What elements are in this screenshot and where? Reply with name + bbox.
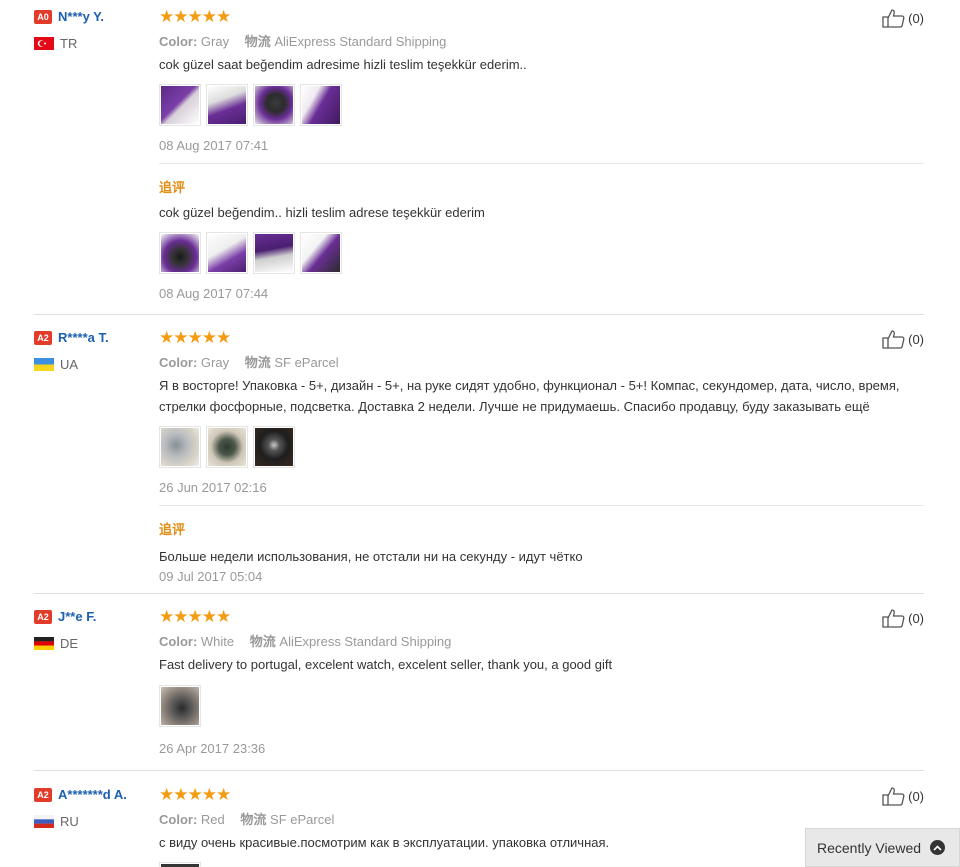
rating-stars: ★★★★★ xyxy=(159,785,231,804)
review-photo-thumbnail[interactable] xyxy=(159,84,201,126)
shipping-value: AliExpress Standard Shipping xyxy=(279,634,452,649)
review-text: Fast delivery to portugal, excelent watc… xyxy=(159,657,613,672)
germany-flag-icon xyxy=(34,636,54,650)
color-label: Color: xyxy=(159,812,198,827)
review-photo-thumbnail[interactable] xyxy=(206,84,248,126)
shipping-value: AliExpress Standard Shipping xyxy=(274,34,447,49)
helpful-button[interactable]: (0) xyxy=(882,329,924,349)
thumbs-up-icon xyxy=(882,330,905,349)
review-photo-thumbnail[interactable] xyxy=(300,232,342,274)
reviewer-info: A2 J**e F. DE xyxy=(34,608,154,651)
color-value: Gray xyxy=(200,34,230,49)
russia-flag-icon xyxy=(34,814,54,828)
ukraine-flag-icon xyxy=(34,357,54,371)
rating-stars: ★★★★★ xyxy=(159,328,231,347)
review-separator xyxy=(34,314,924,315)
additional-feedback-text: Больше недели использования, не отстали … xyxy=(159,549,583,564)
review-photo-thumbnail[interactable] xyxy=(206,232,248,274)
buyer-level-badge: A2 xyxy=(34,330,52,345)
recently-viewed-button[interactable]: Recently Viewed xyxy=(805,828,960,867)
review-photo-thumbnail[interactable] xyxy=(159,426,201,468)
shipping-value: SF eParcel xyxy=(270,812,335,827)
helpful-button[interactable]: (0) xyxy=(882,786,924,806)
shipping-label: 物流 xyxy=(244,34,271,49)
shipping-label: 物流 xyxy=(240,812,267,827)
review-date: 08 Aug 2017 07:41 xyxy=(159,138,269,153)
color-value: Gray xyxy=(200,355,230,370)
recently-viewed-label: Recently Viewed xyxy=(817,839,922,856)
additional-feedback-text: cok güzel beğendim.. hizli teslim adrese… xyxy=(159,205,485,220)
buyer-level-badge: A0 xyxy=(34,9,52,24)
thumbs-up-icon xyxy=(882,9,905,28)
shipping-label: 物流 xyxy=(249,634,276,649)
color-label: Color: xyxy=(159,355,198,370)
order-info: Color: Gray 物流 SF eParcel xyxy=(159,352,924,370)
additional-feedback-date: 08 Aug 2017 07:44 xyxy=(159,286,269,301)
reviewer-name[interactable]: A*******d A. xyxy=(58,787,127,802)
review-photo-thumbnail[interactable] xyxy=(300,84,342,126)
review-photo-thumbnail[interactable] xyxy=(159,862,201,867)
country-code: UA xyxy=(60,356,79,372)
review-photo-thumbnail[interactable] xyxy=(253,426,295,468)
divider xyxy=(159,505,924,506)
review-photo-thumbnail[interactable] xyxy=(159,685,201,727)
helpful-button[interactable]: (0) xyxy=(882,608,924,628)
additional-feedback-date: 09 Jul 2017 05:04 xyxy=(159,569,263,584)
country-code: DE xyxy=(60,635,79,651)
review-date: 26 Jun 2017 02:16 xyxy=(159,480,267,495)
helpful-count: (0) xyxy=(908,610,924,626)
reviewer-info: A0 N***y Y. TR xyxy=(34,8,154,51)
reviewer-info: A2 R****a T. UA xyxy=(34,329,154,372)
review-separator xyxy=(34,593,924,594)
reviewer-name[interactable]: R****a T. xyxy=(58,330,109,345)
review-photo-thumbnail[interactable] xyxy=(159,232,201,274)
color-value: White xyxy=(200,634,235,649)
order-info: Color: Red 物流 SF eParcel xyxy=(159,809,924,827)
review-content: ★★★★★ Color: Gray 物流 SF eParcel Я в вост… xyxy=(159,329,924,584)
rating-stars: ★★★★★ xyxy=(159,7,231,26)
review-text: Я в восторге! Упаковка - 5+, дизайн - 5+… xyxy=(159,378,900,414)
buyer-level-badge: A2 xyxy=(34,787,52,802)
reviewer-name[interactable]: N***y Y. xyxy=(58,9,104,24)
color-label: Color: xyxy=(159,634,198,649)
review-date: 26 Apr 2017 23:36 xyxy=(159,741,266,756)
color-value: Red xyxy=(200,812,225,827)
review-photos xyxy=(159,426,924,468)
helpful-count: (0) xyxy=(908,788,924,804)
helpful-button[interactable]: (0) xyxy=(882,8,924,28)
country-code: RU xyxy=(60,813,79,829)
shipping-label: 物流 xyxy=(244,355,271,370)
shipping-value: SF eParcel xyxy=(274,355,339,370)
review-photos xyxy=(159,84,924,126)
color-label: Color: xyxy=(159,34,198,49)
thumbs-up-icon xyxy=(882,787,905,806)
review-separator xyxy=(34,770,924,771)
helpful-count: (0) xyxy=(908,10,924,26)
chevron-up-icon xyxy=(930,840,946,855)
review-photo-thumbnail[interactable] xyxy=(253,232,295,274)
order-info: Color: White 物流 AliExpress Standard Ship… xyxy=(159,631,924,649)
review-photo-thumbnail[interactable] xyxy=(206,426,248,468)
helpful-count: (0) xyxy=(908,331,924,347)
rating-stars: ★★★★★ xyxy=(159,607,231,626)
reviewer-info: A2 A*******d A. RU xyxy=(34,786,154,829)
additional-feedback-label: 追评 xyxy=(159,180,186,195)
review-photos xyxy=(159,685,924,727)
turkey-flag-icon xyxy=(34,36,54,50)
order-info: Color: Gray 物流 AliExpress Standard Shipp… xyxy=(159,31,924,49)
reviewer-name[interactable]: J**e F. xyxy=(58,609,96,624)
buyer-level-badge: A2 xyxy=(34,609,52,624)
review-text: cok güzel saat beğendim adresime hizli t… xyxy=(159,57,527,72)
review-photo-thumbnail[interactable] xyxy=(253,84,295,126)
divider xyxy=(159,163,924,164)
review-content: ★★★★★ Color: Gray 物流 AliExpress Standard… xyxy=(159,8,924,301)
review-content: ★★★★★ Color: White 物流 AliExpress Standar… xyxy=(159,608,924,756)
additional-feedback-label: 追评 xyxy=(159,522,186,537)
country-code: TR xyxy=(60,35,78,51)
additional-feedback-photos xyxy=(159,232,924,274)
thumbs-up-icon xyxy=(882,609,905,628)
